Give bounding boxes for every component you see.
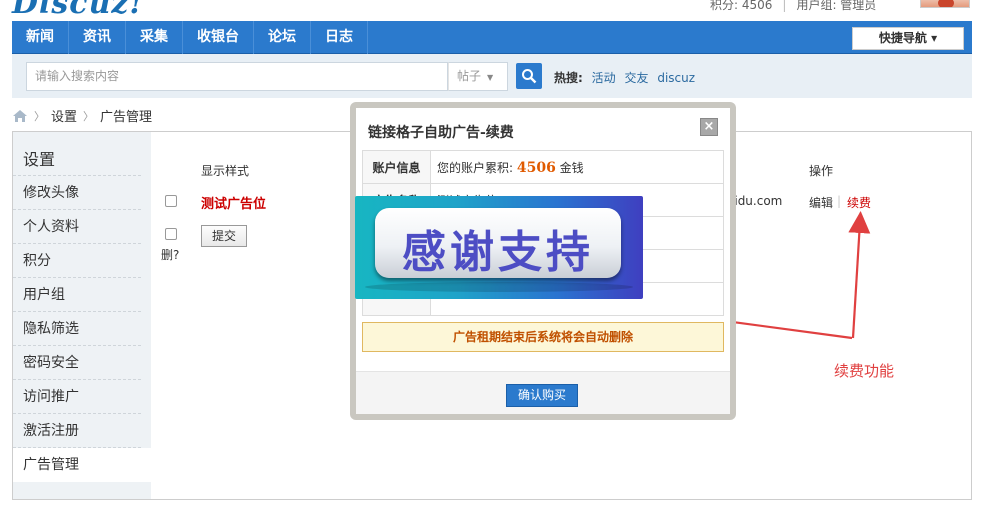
- sidebar-item-ad-manage[interactable]: 广告管理: [13, 448, 153, 482]
- settings-sidebar: 设置 修改头像 个人资料 积分 用户组 隐私筛选 密码安全 访问推广 激活注册 …: [13, 132, 153, 499]
- account-info-value: 您的账户累积: 4506 金钱: [430, 150, 724, 184]
- renew-link[interactable]: 续费: [847, 194, 871, 211]
- account-credit-text: 您的账户累积:: [437, 160, 514, 175]
- hot-term-activity[interactable]: 活动: [592, 71, 616, 85]
- dialog-footer: 确认购买: [356, 371, 730, 414]
- hot-term-discuz[interactable]: discuz: [657, 71, 695, 85]
- search-type-select[interactable]: 帖子 ▼: [448, 62, 508, 91]
- hot-search-label: 热搜:: [554, 71, 583, 85]
- banner-shadow: [365, 282, 633, 292]
- close-button[interactable]: ×: [700, 118, 718, 136]
- account-info-label: 账户信息: [362, 150, 431, 184]
- search-button[interactable]: [516, 63, 542, 89]
- breadcrumb-settings[interactable]: 设置: [51, 106, 77, 125]
- sidebar-item-credits[interactable]: 积分: [13, 244, 141, 278]
- banner-text: 感谢支持: [402, 227, 594, 278]
- sidebar-item-promotion[interactable]: 访问推广: [13, 380, 141, 414]
- chevron-down-icon: ▼: [487, 73, 494, 82]
- sidebar-item-avatar[interactable]: 修改头像: [13, 176, 141, 210]
- delete-all-checkbox[interactable]: [165, 228, 177, 240]
- search-input[interactable]: 请输入搜索内容: [26, 62, 448, 91]
- main-nav: 新闻 资讯 采集 收银台 论坛 日志 快捷导航 ▾: [12, 21, 972, 54]
- quick-nav-dropdown[interactable]: 快捷导航 ▾: [852, 27, 964, 50]
- dialog-title: 链接格子自助广告-续费: [368, 125, 514, 141]
- search-type-label: 帖子: [457, 69, 482, 83]
- banner-plate: 感谢支持: [375, 208, 621, 278]
- home-icon[interactable]: [12, 109, 28, 123]
- annotation-label: 续费功能: [834, 362, 895, 380]
- breadcrumb-ad-manage: 广告管理: [100, 110, 153, 125]
- row-checkbox[interactable]: [165, 195, 177, 207]
- sidebar-item-privacy[interactable]: 隐私筛选: [13, 312, 141, 346]
- confirm-purchase-button[interactable]: 确认购买: [506, 384, 578, 407]
- nav-item-collect[interactable]: 采集: [126, 21, 183, 54]
- delete-label: 删?: [161, 248, 180, 262]
- sidebar-item-password[interactable]: 密码安全: [13, 346, 141, 380]
- nav-item-forum[interactable]: 论坛: [254, 21, 311, 54]
- hot-term-dating[interactable]: 交友: [624, 71, 648, 85]
- sidebar-item-usergroup[interactable]: 用户组: [13, 278, 141, 312]
- edit-link[interactable]: 编辑: [809, 194, 833, 211]
- user-info: 积分: 4506 | 用户组: 管理员: [710, 0, 877, 12]
- sidebar-title: 设置: [13, 132, 141, 176]
- user-group[interactable]: 用户组: 管理员: [796, 0, 876, 12]
- avatar[interactable]: [920, 0, 970, 8]
- credit-unit: 金钱: [559, 160, 584, 175]
- breadcrumb: 〉 设置 〉 广告管理: [12, 106, 152, 125]
- user-credits[interactable]: 积分: 4506: [710, 0, 772, 12]
- expiry-warning: 广告租期结束后系统将会自动删除: [362, 322, 724, 352]
- ad-name-link[interactable]: 测试广告位: [201, 193, 266, 212]
- column-header-operation: 操作: [809, 164, 834, 178]
- thanks-banner: 感谢支持: [355, 196, 643, 299]
- nav-item-blog[interactable]: 日志: [311, 21, 368, 54]
- sidebar-item-profile[interactable]: 个人资料: [13, 210, 141, 244]
- nav-item-info[interactable]: 资讯: [69, 21, 126, 54]
- discuz-logo[interactable]: Discuz!: [12, 0, 144, 21]
- credit-amount: 4506: [516, 159, 556, 176]
- search-bar: 请输入搜索内容 帖子 ▼ 热搜: 活动 交友 discuz: [12, 54, 972, 98]
- op-separator: |: [837, 194, 842, 208]
- column-header-style: 显示样式: [201, 164, 250, 178]
- hot-search: 热搜: 活动 交友 discuz: [554, 69, 695, 86]
- submit-button[interactable]: 提交: [201, 225, 247, 247]
- search-icon: [522, 69, 537, 84]
- sidebar-item-activation[interactable]: 激活注册: [13, 414, 141, 448]
- nav-item-cashier[interactable]: 收银台: [183, 21, 254, 54]
- nav-item-news[interactable]: 新闻: [12, 21, 69, 54]
